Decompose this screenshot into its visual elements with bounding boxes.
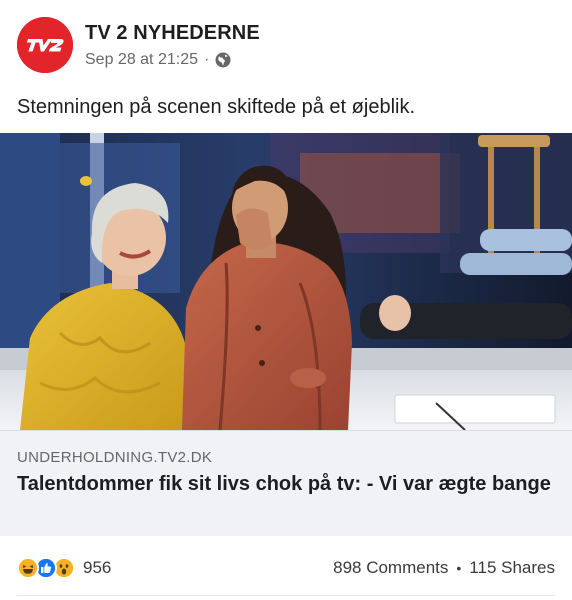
post-timestamp[interactable]: Sep 28 at 21:25 <box>85 51 198 69</box>
globe-icon[interactable] <box>215 52 231 68</box>
post-caption: Stemningen på scenen skiftede på et øjeb… <box>17 96 416 118</box>
facebook-post: TV 2 NYHEDERNE Sep 28 at 21:25 · Stemnin… <box>0 0 572 600</box>
separator-dot: · <box>203 50 210 68</box>
link-preview[interactable]: UNDERHOLDNING.TV2.DK Talentdommer fik si… <box>0 430 572 536</box>
link-domain: UNDERHOLDNING.TV2.DK <box>17 449 213 466</box>
haha-icon <box>17 557 39 579</box>
engagement-counts: 898 Comments • 115 Shares <box>333 558 555 578</box>
reactions-summary[interactable]: 956 <box>17 557 111 579</box>
post-subline: Sep 28 at 21:25 · <box>85 51 260 69</box>
separator-dot: • <box>456 560 462 576</box>
post-header: TV 2 NYHEDERNE Sep 28 at 21:25 · <box>17 17 260 73</box>
reaction-count[interactable]: 956 <box>83 558 111 578</box>
comments-count[interactable]: 898 Comments <box>333 558 448 578</box>
tv2-logo <box>17 17 73 73</box>
shares-count[interactable]: 115 Shares <box>469 558 555 578</box>
post-meta: TV 2 NYHEDERNE Sep 28 at 21:25 · <box>85 22 260 69</box>
link-headline[interactable]: Talentdommer fik sit livs chok på tv: - … <box>17 471 557 497</box>
post-stats: 956 898 Comments • 115 Shares <box>0 546 572 590</box>
page-name[interactable]: TV 2 NYHEDERNE <box>85 22 260 45</box>
page-avatar[interactable] <box>17 17 73 73</box>
divider <box>17 595 555 596</box>
post-photo[interactable] <box>0 133 572 430</box>
tv-studio-photo <box>0 133 572 430</box>
